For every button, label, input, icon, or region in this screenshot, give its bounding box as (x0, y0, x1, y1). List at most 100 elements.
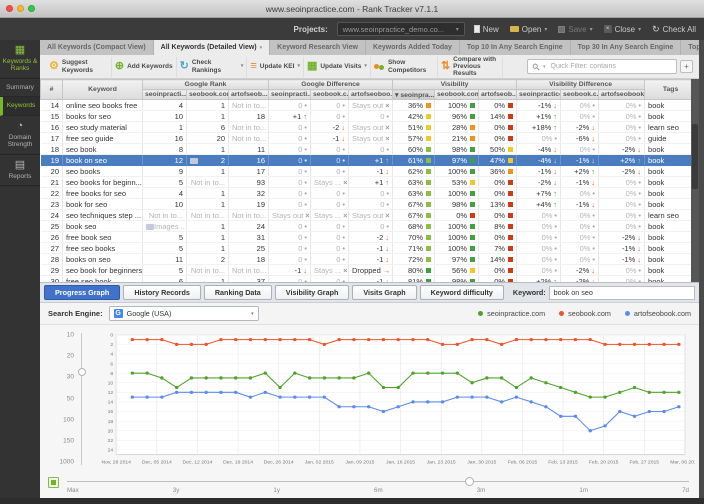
column-subheader-4[interactable]: seobook.c... (311, 90, 349, 100)
cell-google-rank[interactable]: 6 (187, 122, 229, 133)
cell-visibility[interactable]: 36% (479, 166, 517, 177)
progress-chart[interactable]: Nov, 28 2014Dec, 05 2014Dec, 12 2014Dec,… (90, 329, 695, 474)
cell-google-rank[interactable]: 18 (229, 254, 269, 265)
cell-visibility[interactable]: 21% (435, 133, 479, 144)
cell-google-difference[interactable]: Stays ...× (311, 265, 349, 276)
cell-visibility[interactable]: 14% (479, 254, 517, 265)
column-subheader-2[interactable]: artofseob... (229, 90, 269, 100)
cell-tags[interactable]: book (645, 232, 697, 243)
cell-google-difference[interactable]: 0• (349, 221, 393, 232)
cell-visibility[interactable]: 100% (435, 166, 479, 177)
cell-visibility[interactable]: 0% (479, 100, 517, 111)
cell-google-rank[interactable]: 20 (187, 133, 229, 144)
cell-google-rank[interactable]: 25 (229, 243, 269, 254)
cell-google-rank[interactable]: 2 (187, 155, 229, 166)
cell-visibility[interactable]: 47% (479, 155, 517, 166)
cell-num[interactable]: 29 (41, 265, 63, 276)
cell-google-difference[interactable]: -2↓ (311, 122, 349, 133)
cell-visibility-difference[interactable]: -6%↓ (561, 133, 599, 144)
cell-visibility[interactable]: 61% (393, 155, 435, 166)
cell-google-rank[interactable]: 6 (143, 276, 187, 283)
cell-tags[interactable]: book (645, 155, 697, 166)
cell-google-rank[interactable]: 10 (143, 111, 187, 122)
cell-visibility[interactable]: 63% (393, 177, 435, 188)
cell-visibility-difference[interactable]: -4%↓ (517, 155, 561, 166)
cell-google-difference[interactable]: Stays out× (349, 133, 393, 144)
column-subheader-10[interactable]: seobook.c... (561, 90, 599, 100)
cell-google-rank[interactable]: 5 (143, 243, 187, 254)
cell-google-difference[interactable]: 0• (311, 144, 349, 155)
cell-num[interactable]: 19 (41, 155, 63, 166)
cell-google-difference[interactable]: 0• (269, 144, 311, 155)
add-keywords-button[interactable]: ⊕Add Keywords (112, 57, 177, 77)
cell-visibility[interactable]: 68% (393, 221, 435, 232)
cell-visibility[interactable]: 57% (393, 133, 435, 144)
cell-keyword[interactable]: seo books for beginn... (63, 177, 143, 188)
cell-visibility-difference[interactable]: 0%• (561, 254, 599, 265)
cell-num[interactable]: 16 (41, 122, 63, 133)
cell-google-difference[interactable]: Stays ...× (311, 177, 349, 188)
table-row[interactable]: 21seo books for beginn...5Not in to...93… (41, 177, 697, 188)
cell-keyword[interactable]: seo books (63, 166, 143, 177)
cell-visibility[interactable]: 63% (393, 188, 435, 199)
cell-google-rank[interactable]: 93 (229, 177, 269, 188)
cell-google-difference[interactable]: 0• (269, 133, 311, 144)
cell-google-rank[interactable]: 31 (229, 232, 269, 243)
cell-visibility-difference[interactable]: 0%• (517, 243, 561, 254)
new-button[interactable]: New (474, 25, 499, 34)
search-mode-chevron-icon[interactable]: ▾ (543, 64, 546, 70)
cell-visibility-difference[interactable]: 0%• (561, 144, 599, 155)
cell-google-difference[interactable]: +1↑ (269, 111, 311, 122)
tab-all-keywords-detailed-view[interactable]: All Keywords (Detailed View)▾ (154, 40, 270, 55)
column-header-tags[interactable]: Tags (645, 80, 697, 100)
cell-google-difference[interactable]: Dropped→ (349, 265, 393, 276)
cell-visibility-difference[interactable]: -2%↓ (599, 144, 645, 155)
cell-keyword[interactable]: free book seo (63, 232, 143, 243)
cell-visibility[interactable]: 0% (479, 133, 517, 144)
cell-num[interactable]: 30 (41, 276, 63, 283)
cell-visibility-difference[interactable]: -2%↓ (561, 276, 599, 283)
sidebar-item-summary[interactable]: Summary (0, 79, 40, 97)
table-row[interactable]: 15books for seo10118+1↑0•0•42%96%14%+1%↑… (41, 111, 697, 122)
cell-google-difference[interactable]: 0• (311, 199, 349, 210)
cell-visibility-difference[interactable]: 0%• (599, 276, 645, 283)
cell-google-difference[interactable]: Stays ...× (311, 210, 349, 221)
cell-google-rank[interactable]: Not in to... (229, 100, 269, 111)
cell-google-difference[interactable]: +1↑ (349, 155, 393, 166)
cell-visibility[interactable]: 0% (479, 122, 517, 133)
cell-google-rank[interactable]: 1 (187, 221, 229, 232)
cell-google-rank[interactable]: 1 (187, 166, 229, 177)
cell-google-difference[interactable]: 0• (349, 188, 393, 199)
cell-visibility[interactable]: 13% (479, 199, 517, 210)
cell-google-difference[interactable]: 0• (311, 254, 349, 265)
cell-google-rank[interactable]: 16 (143, 133, 187, 144)
cell-visibility[interactable]: 67% (393, 199, 435, 210)
range-label-3m[interactable]: 3m (477, 487, 486, 494)
bottom-tab-visits-graph[interactable]: Visits Graph (352, 285, 416, 300)
cell-google-rank[interactable]: Not in to... (187, 177, 229, 188)
cell-num[interactable]: 21 (41, 177, 63, 188)
cell-visibility-difference[interactable]: +4%↑ (517, 199, 561, 210)
table-row[interactable]: 17free seo guide1620Not in to...0•-1↓Sta… (41, 133, 697, 144)
cell-google-difference[interactable]: Stays out× (269, 210, 311, 221)
column-subheader-8[interactable]: artofseob... (479, 90, 517, 100)
cell-tags[interactable]: learn seo (645, 122, 697, 133)
time-range-handle[interactable] (465, 477, 474, 486)
cell-google-rank[interactable]: 37 (229, 276, 269, 283)
cell-visibility-difference[interactable]: -1%↓ (517, 166, 561, 177)
range-label-1m[interactable]: 1m (579, 487, 588, 494)
cell-google-rank[interactable]: 11 (229, 144, 269, 155)
cell-google-rank[interactable]: 18 (229, 111, 269, 122)
tab-all-keywords-compact-view[interactable]: All Keywords (Compact View) (40, 40, 154, 55)
cell-keyword[interactable]: free seo book (63, 276, 143, 283)
cell-google-rank[interactable]: 17 (229, 166, 269, 177)
cell-visibility-difference[interactable]: -2%↓ (561, 265, 599, 276)
column-group-google-rank[interactable]: Google Rank (143, 80, 269, 90)
cell-visibility[interactable]: 98% (435, 199, 479, 210)
table-row[interactable]: 29seo book for beginners5Not in to...Not… (41, 265, 697, 276)
cell-keyword[interactable]: book for seo (63, 199, 143, 210)
cell-google-difference[interactable]: 0• (349, 144, 393, 155)
cell-visibility[interactable]: 56% (435, 265, 479, 276)
cell-google-difference[interactable]: -2↓ (349, 232, 393, 243)
cell-google-rank[interactable]: 1 (187, 243, 229, 254)
